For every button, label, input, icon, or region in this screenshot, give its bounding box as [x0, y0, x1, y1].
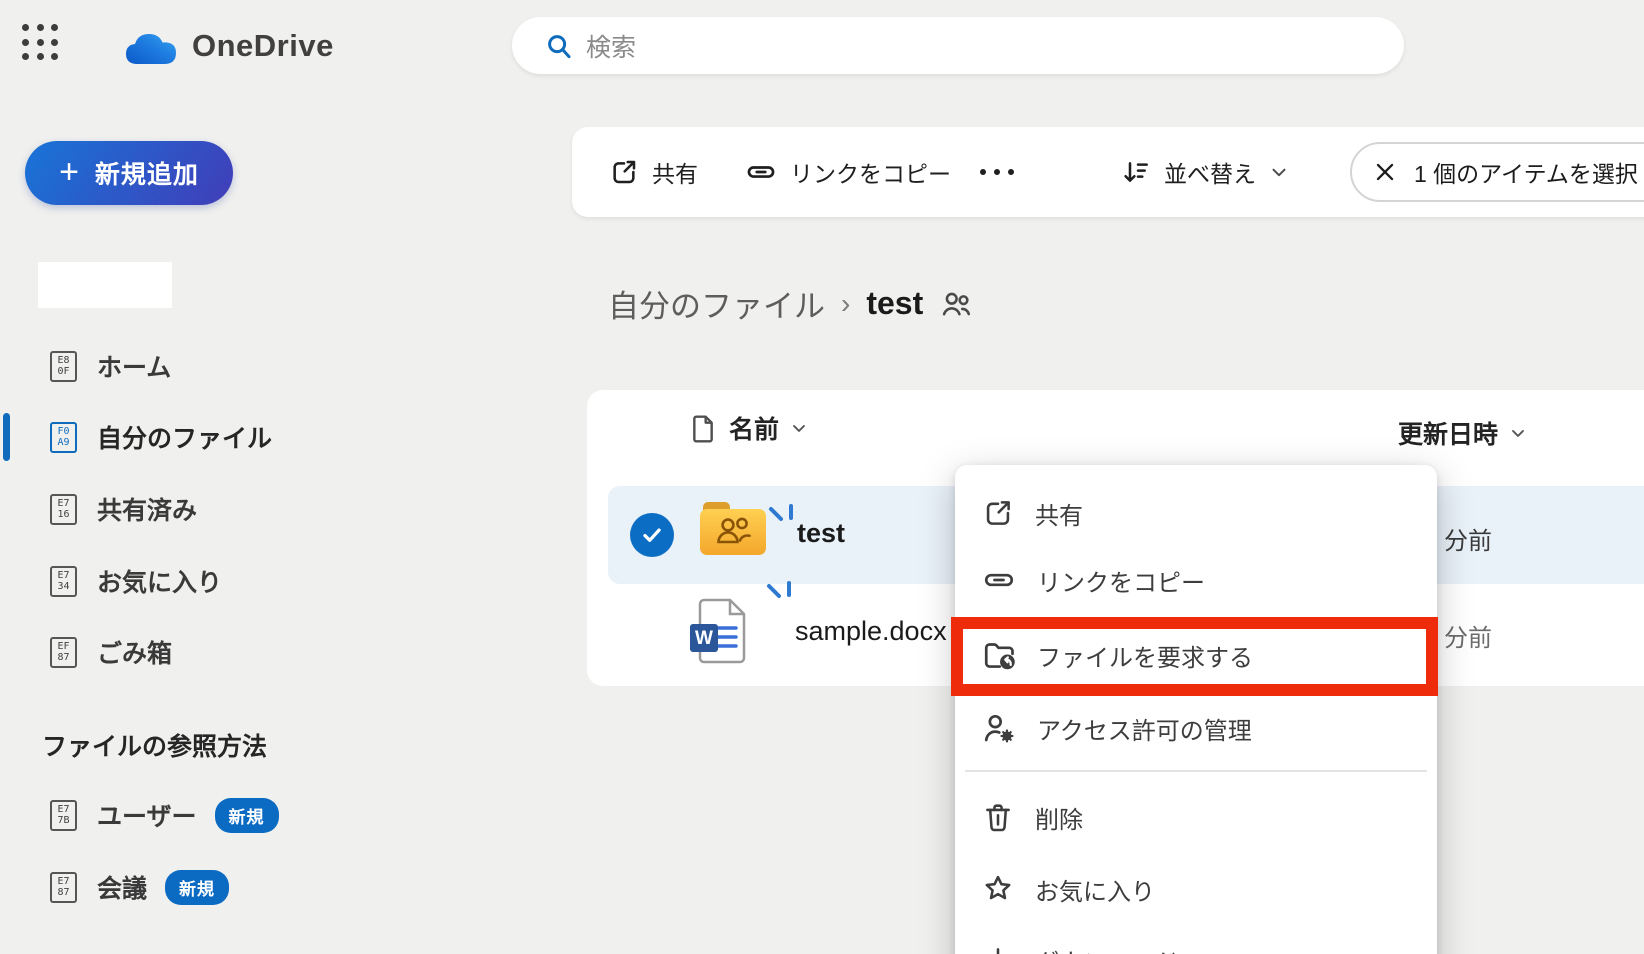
more-icon — [977, 166, 1017, 178]
sidebar-item-recycle-bin[interactable]: EF87 ごみ箱 — [0, 627, 480, 677]
shared-people-icon — [939, 287, 973, 321]
delete-icon — [981, 800, 1015, 834]
chevron-down-icon — [789, 418, 809, 438]
chevron-down-icon — [1268, 161, 1290, 183]
sidebar-item-my-files[interactable]: F0A9 自分のファイル — [0, 412, 480, 462]
breadcrumb-parent[interactable]: 自分のファイル — [608, 281, 825, 326]
modified-ago: 分前 — [1444, 618, 1492, 653]
breadcrumb-separator-icon: › — [841, 288, 850, 320]
file-name[interactable]: sample.docx — [795, 616, 947, 647]
sidebar-item-favorites[interactable]: E734 お気に入り — [0, 556, 480, 606]
selected-check-icon[interactable] — [630, 513, 674, 557]
menu-item-share[interactable]: 共有 — [955, 479, 1437, 547]
copy-link-icon — [744, 155, 778, 189]
favorite-icon — [981, 872, 1015, 906]
my-files-icon: F0A9 — [50, 422, 77, 453]
sidebar-section-title: ファイルの参照方法 — [42, 727, 267, 763]
favorites-icon: E734 — [50, 566, 77, 597]
file-name[interactable]: test — [797, 518, 845, 549]
sort-button[interactable]: 並べ替え — [1120, 127, 1290, 217]
share-icon — [981, 496, 1015, 530]
sort-icon — [1120, 156, 1152, 188]
search-placeholder: 検索 — [586, 28, 636, 64]
redacted-user-name — [38, 262, 172, 308]
selection-status-pill[interactable]: 1 個のアイテムを選択 — [1350, 142, 1644, 202]
menu-divider — [965, 770, 1427, 772]
menu-item-favorite[interactable]: お気に入り — [955, 855, 1437, 923]
context-menu: 共有 リンクをコピー ファイルを要求する アクセス許可の管理 — [955, 465, 1437, 954]
more-actions-button[interactable] — [977, 127, 1017, 217]
column-header-modified[interactable]: 更新日時 — [1398, 415, 1528, 451]
command-bar: 共有 リンクをコピー 並べ替え — [572, 127, 1644, 217]
svg-text:W: W — [695, 628, 713, 649]
add-new-button[interactable]: + 新規追加 — [25, 141, 233, 205]
shared-folder-icon — [700, 500, 768, 558]
sidebar-item-home[interactable]: E80F ホーム — [0, 341, 480, 391]
users-icon: E77B — [50, 800, 77, 831]
recycle-bin-icon: EF87 — [50, 637, 77, 668]
search-input[interactable]: 検索 — [512, 17, 1404, 74]
breadcrumb: 自分のファイル › test — [608, 281, 973, 326]
share-button[interactable]: 共有 — [608, 127, 698, 217]
download-icon — [981, 943, 1015, 954]
shared-icon: E716 — [50, 494, 77, 525]
menu-item-download[interactable]: ダウンロード — [955, 926, 1437, 954]
new-badge: 新規 — [165, 870, 229, 905]
share-icon — [608, 156, 640, 188]
app-launcher-button[interactable] — [22, 24, 60, 62]
breadcrumb-current: test — [866, 285, 923, 322]
onedrive-logo-icon — [122, 26, 180, 68]
home-icon: E80F — [50, 351, 77, 382]
meetings-icon: E787 — [50, 872, 77, 903]
plus-icon: + — [59, 155, 79, 189]
copy-link-icon — [981, 562, 1017, 598]
document-icon — [687, 411, 719, 445]
copy-link-button[interactable]: リンクをコピー — [744, 127, 951, 217]
word-file-icon: W — [690, 598, 748, 664]
app-title: OneDrive — [192, 28, 334, 64]
new-badge: 新規 — [215, 798, 279, 833]
menu-item-manage-access[interactable]: アクセス許可の管理 — [955, 694, 1437, 762]
sidebar-item-shared[interactable]: E716 共有済み — [0, 484, 480, 534]
menu-item-delete[interactable]: 削除 — [955, 783, 1437, 851]
spark-marks-icon — [765, 580, 795, 610]
chevron-down-icon — [1508, 423, 1528, 443]
manage-access-icon — [981, 710, 1017, 746]
menu-item-request-files[interactable]: ファイルを要求する — [955, 621, 1437, 689]
dismiss-icon[interactable] — [1372, 159, 1398, 185]
request-files-icon — [981, 637, 1017, 673]
column-header-name[interactable]: 名前 — [687, 410, 809, 446]
sidebar-item-meetings[interactable]: E787 会議 新規 — [0, 862, 480, 912]
search-icon — [544, 31, 574, 61]
menu-item-copy-link[interactable]: リンクをコピー — [955, 546, 1437, 614]
modified-ago: 分前 — [1444, 521, 1492, 556]
sidebar-item-users[interactable]: E77B ユーザー 新規 — [0, 790, 480, 840]
onedrive-window: OneDrive 検索 + 新規追加 E80F ホーム F0A9 自分のファイル… — [0, 0, 1644, 954]
